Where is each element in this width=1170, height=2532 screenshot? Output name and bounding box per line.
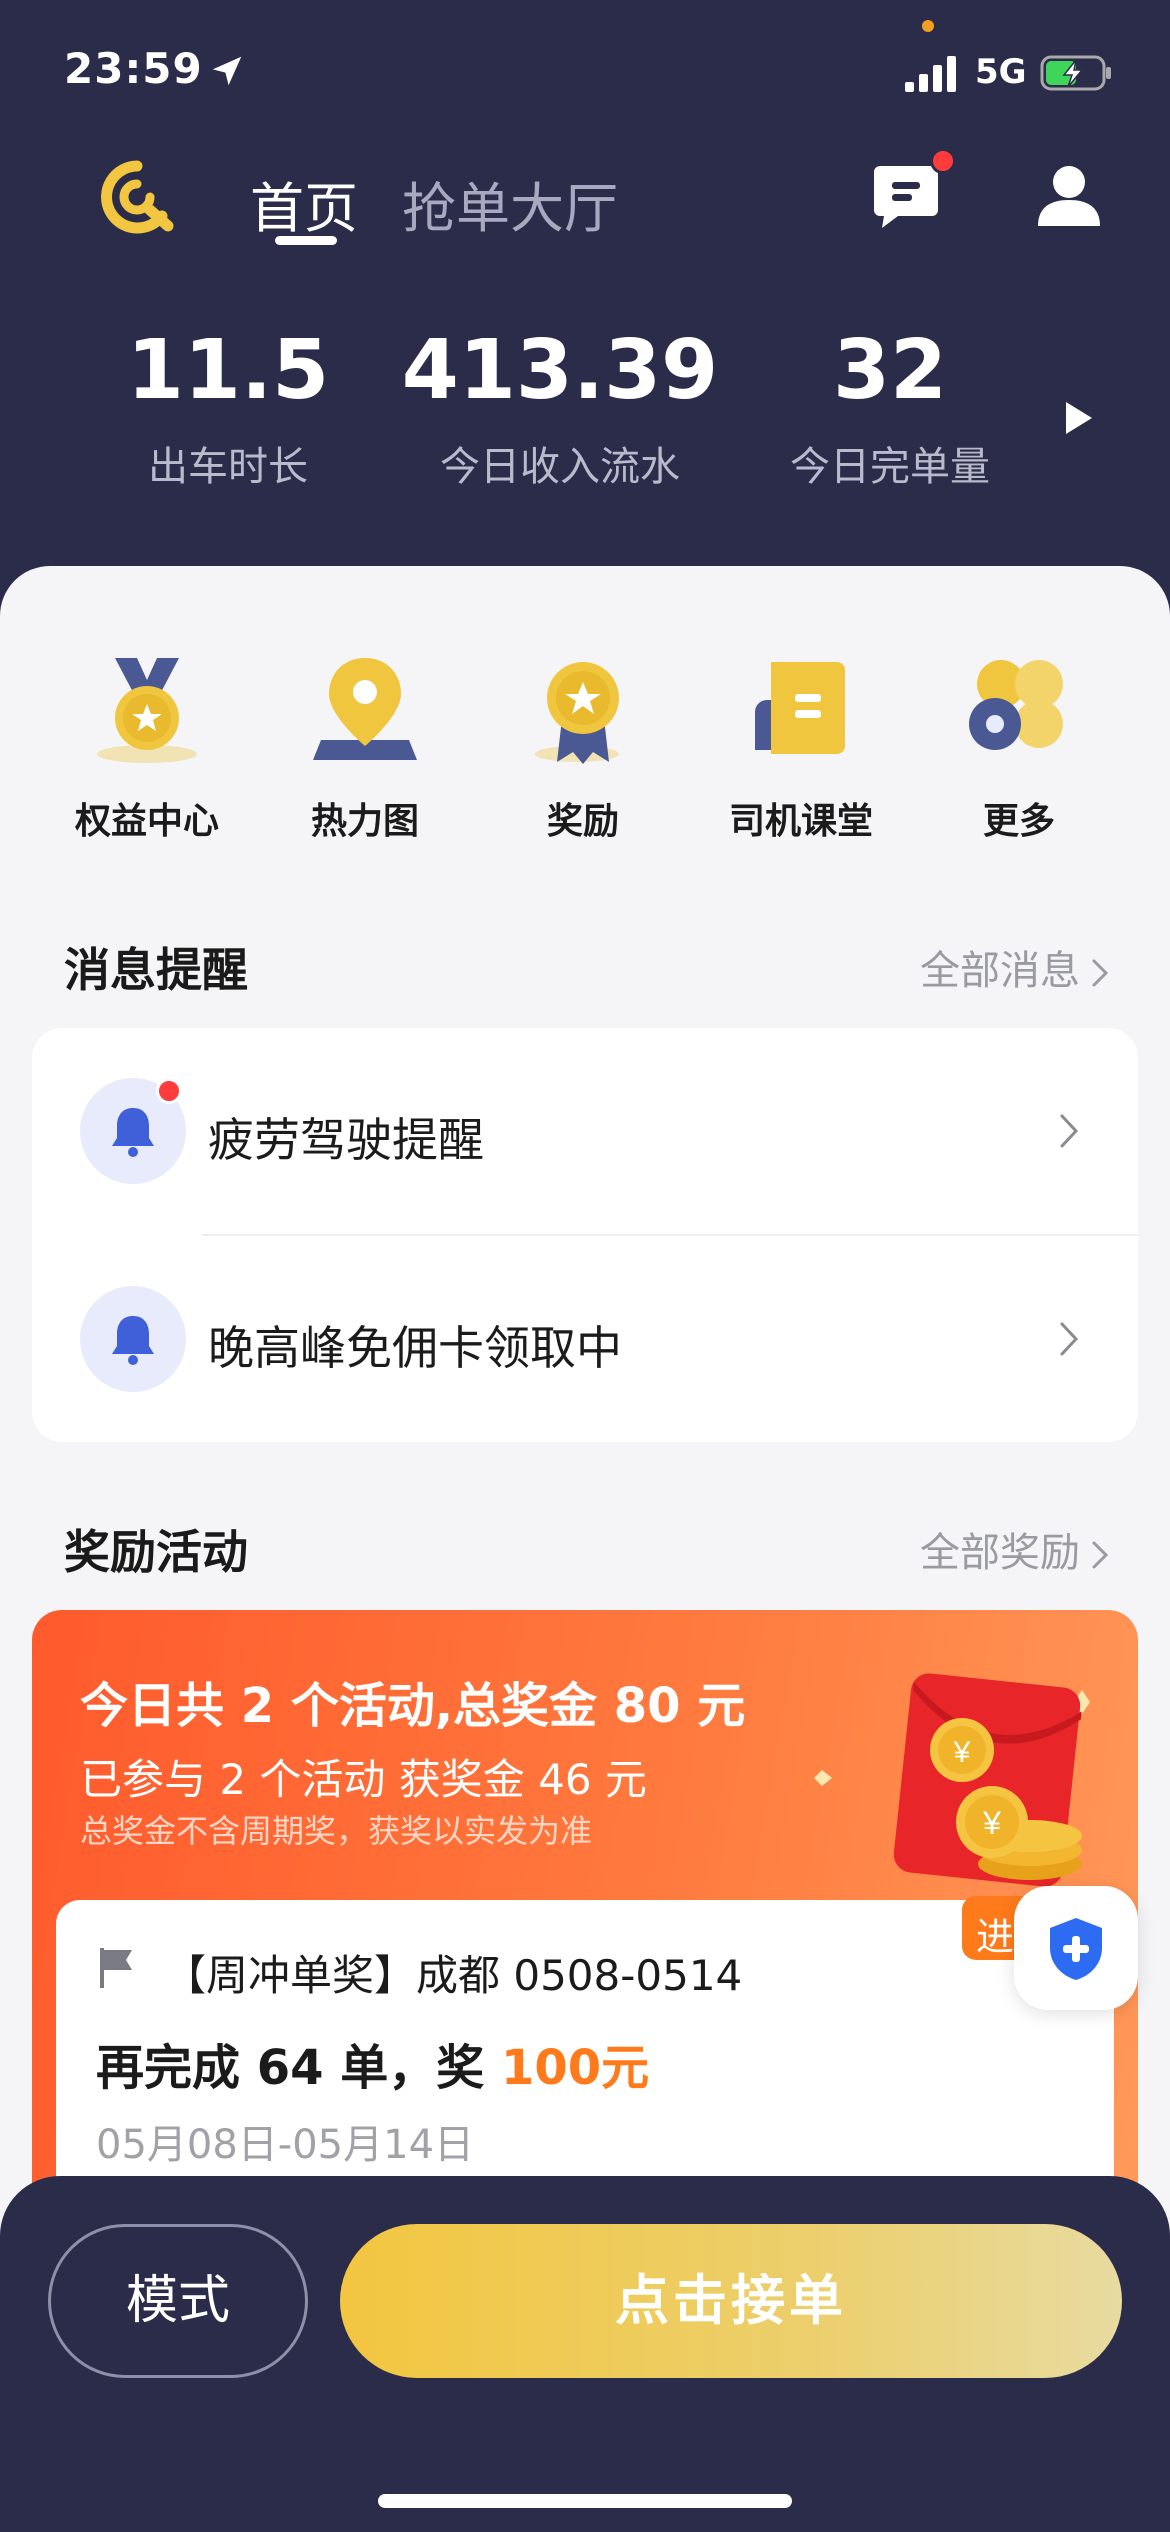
task-goal-text: 再完成 64 单，奖 — [96, 2040, 501, 2096]
svg-text:¥: ¥ — [982, 1805, 1001, 1841]
active-tab-indicator — [275, 236, 337, 245]
message-text: 晚高峰免佣卡领取中 — [208, 1321, 622, 1375]
message-unread-dot — [930, 148, 956, 174]
message-item[interactable]: 晚高峰免佣卡领取中 — [32, 1236, 1138, 1442]
bell-icon-badge — [80, 1286, 186, 1392]
task-name: 【周冲单奖】成都 0508-0514 — [164, 1951, 743, 2000]
tab-home[interactable]: 首页 — [250, 164, 358, 243]
stat-label: 今日完单量 — [790, 444, 990, 490]
tab-order-hall[interactable]: 抢单大厅 — [402, 164, 618, 243]
quick-entry-more[interactable]: 更多 — [914, 650, 1124, 844]
message-item[interactable]: 疲劳驾驶提醒 — [32, 1028, 1138, 1234]
message-list: 疲劳驾驶提醒 晚高峰免佣卡领取中 — [32, 1028, 1138, 1442]
network-type: 5G — [975, 52, 1027, 92]
bell-icon — [112, 1108, 154, 1157]
play-arrow-icon[interactable] — [1064, 400, 1094, 436]
link-label: 全部奖励 — [920, 1530, 1080, 1576]
quick-entry-heatmap[interactable]: 热力图 — [260, 650, 470, 844]
task-goal: 再完成 64 单，奖 100元 — [96, 2028, 649, 2098]
chevron-right-icon — [1092, 1541, 1109, 1569]
task-reward-amount: 100元 — [500, 2040, 650, 2096]
stat-orders: 32 今日完单量 — [770, 330, 1010, 492]
stat-income: 413.39 今日收入流水 — [400, 330, 720, 492]
stat-online-duration: 11.5 出车时长 — [118, 330, 338, 492]
shield-icon — [1050, 1918, 1102, 1980]
reward-subtitle: 已参与 2 个活动 获奖金 46 元 — [80, 1755, 647, 1804]
quick-entry-benefits[interactable]: 权益中心 — [42, 650, 252, 844]
message-text: 疲劳驾驶提醒 — [208, 1113, 484, 1167]
chevron-right-icon — [1092, 959, 1109, 987]
cellular-signal-icon — [905, 56, 956, 92]
rewards-section-header: 奖励活动 全部奖励 — [0, 1510, 1170, 1580]
accept-orders-button[interactable]: 点击接单 — [340, 2224, 1122, 2378]
user-profile-icon[interactable] — [1034, 160, 1104, 230]
location-arrow-icon — [212, 56, 242, 86]
messages-section-header: 消息提醒 全部消息 — [0, 928, 1170, 998]
chevron-right-icon — [1060, 1322, 1079, 1356]
book-icon — [755, 662, 845, 754]
all-messages-link[interactable]: 全部消息 — [920, 938, 1110, 996]
mode-button[interactable]: 模式 — [48, 2224, 308, 2378]
stat-value: 413.39 — [401, 323, 719, 418]
reward-note: 总奖金不含周期奖，获奖以实发为准 — [80, 1812, 593, 1850]
quick-entry-label: 权益中心 — [74, 801, 219, 842]
safety-center-button[interactable] — [1014, 1886, 1138, 2010]
status-time: 23:59 — [64, 44, 203, 93]
quick-entry-label: 司机课堂 — [728, 801, 873, 842]
unread-dot — [156, 1078, 182, 1104]
privacy-indicator-dot — [922, 20, 934, 32]
bell-icon — [112, 1316, 154, 1365]
quick-entry-driver-class[interactable]: 司机课堂 — [696, 650, 906, 844]
quick-entry-label: 更多 — [982, 801, 1055, 842]
map-pin-icon — [313, 658, 417, 760]
chevron-right-icon — [1060, 1114, 1079, 1148]
main-panel: 权益中心 热力图 奖励 司机课堂 更多 消息提醒 全部消息 疲劳驾驶提醒 晚高峰… — [0, 566, 1170, 2310]
stat-value: 11.5 — [126, 323, 330, 418]
bottom-action-bar: 模式 点击接单 — [0, 2176, 1170, 2532]
app-logo-icon — [101, 160, 174, 234]
top-navigation: 首页 抢单大厅 — [0, 148, 1170, 260]
stat-label: 今日收入流水 — [440, 444, 680, 490]
all-rewards-link[interactable]: 全部奖励 — [920, 1520, 1110, 1578]
medal-icon — [97, 658, 197, 763]
link-label: 全部消息 — [920, 948, 1080, 994]
quick-entry-rewards[interactable]: 奖励 — [478, 650, 688, 844]
stat-value: 32 — [832, 323, 948, 418]
status-bar: 23:59 5G — [0, 0, 1170, 140]
red-envelope-coins-icon: ¥ ¥ — [814, 1673, 1090, 1887]
award-icon — [535, 662, 619, 764]
more-icon — [969, 660, 1063, 750]
section-title: 消息提醒 — [64, 943, 248, 997]
stat-label: 出车时长 — [148, 444, 308, 490]
today-stats[interactable]: 11.5 出车时长 413.39 今日收入流水 32 今日完单量 — [0, 330, 1170, 500]
quick-entry-label: 奖励 — [546, 801, 619, 842]
quick-entries: 权益中心 热力图 奖励 司机课堂 更多 — [0, 650, 1170, 850]
battery-charging-icon — [1040, 55, 1111, 91]
quick-entry-label: 热力图 — [310, 801, 419, 842]
flag-icon — [100, 1948, 132, 1988]
home-indicator[interactable] — [378, 2494, 792, 2508]
section-title: 奖励活动 — [64, 1525, 248, 1579]
reward-headline: 今日共 2 个活动,总奖金 80 元 — [80, 1678, 746, 1734]
task-date-range: 05月08日-05月14日 — [96, 2122, 475, 2168]
app-screen: 23:59 5G 首页 抢单大厅 11.5 出车时长 413.39 今日收入流水… — [0, 0, 1170, 2532]
svg-text:¥: ¥ — [953, 1736, 971, 1769]
